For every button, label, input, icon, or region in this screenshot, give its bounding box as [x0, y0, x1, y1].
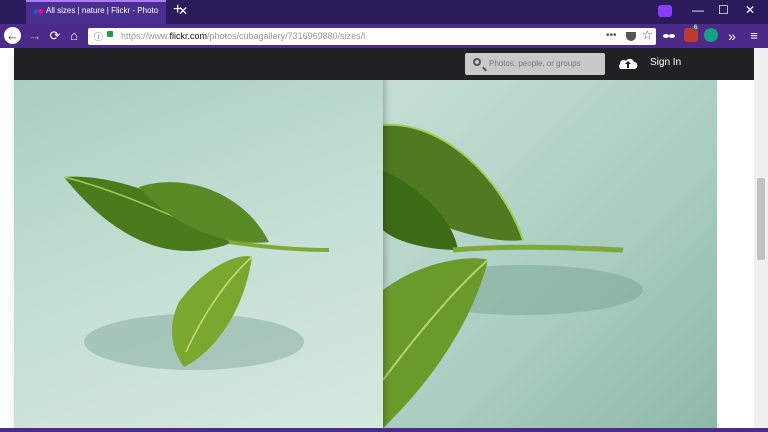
new-tab-button[interactable]: +: [173, 1, 182, 19]
eye-extension-icon[interactable]: [704, 28, 718, 42]
page-actions-icon[interactable]: •••: [606, 30, 617, 41]
url-text[interactable]: https://www.flickr.com/photos/cubagaller…: [121, 31, 365, 41]
flickr-favicon-icon: [33, 9, 43, 15]
home-button[interactable]: ⌂: [64, 26, 84, 46]
page-left-margin: [0, 48, 14, 428]
photo-large[interactable]: [383, 80, 717, 428]
extension-badge-count: 6: [692, 25, 700, 31]
photo-overlay[interactable]: [14, 52, 383, 428]
hamburger-menu-icon[interactable]: ≡: [744, 26, 764, 46]
incognito-icon[interactable]: [662, 28, 676, 42]
search-placeholder: Photos, people, or groups: [489, 59, 581, 68]
reload-button[interactable]: ⟳: [45, 26, 65, 46]
overflow-menu-icon[interactable]: »: [722, 26, 742, 46]
search-icon: [473, 58, 481, 66]
extension-badge-icon[interactable]: 6: [684, 25, 700, 42]
forward-button[interactable]: →: [25, 26, 45, 46]
info-icon[interactable]: ⓘ: [94, 30, 103, 43]
window-bottom-border: [0, 428, 768, 432]
bookmark-star-icon[interactable]: ☆: [642, 28, 653, 42]
pocket-icon[interactable]: [626, 32, 636, 41]
tab-title: All sizes | nature | Flickr - Photo: [46, 6, 159, 15]
url-bar[interactable]: ⓘ https://www.flickr.com/photos/cubagall…: [88, 28, 656, 45]
close-window-button[interactable]: ✕: [745, 3, 755, 17]
back-button[interactable]: ←: [4, 27, 21, 44]
navigation-bar: ← → ⟳ ⌂ ⓘ https://www.flickr.com/photos/…: [0, 24, 768, 48]
title-bar: All sizes | nature | Flickr - Photo ✕ + …: [0, 0, 768, 24]
minimize-button[interactable]: —: [692, 3, 704, 17]
maximize-button[interactable]: ☐: [718, 3, 729, 17]
vertical-scrollbar[interactable]: [754, 48, 768, 428]
private-mask-icon[interactable]: [658, 5, 672, 17]
page-right-margin: [717, 80, 754, 428]
lock-icon: [107, 31, 113, 37]
scrollbar-thumb[interactable]: [757, 178, 765, 260]
flickr-header: Photos, people, or groups Sign In: [14, 48, 754, 80]
upload-cloud-icon[interactable]: [618, 56, 638, 70]
sign-in-link[interactable]: Sign In: [650, 57, 681, 68]
browser-tab[interactable]: All sizes | nature | Flickr - Photo ✕: [26, 0, 188, 24]
search-field[interactable]: Photos, people, or groups: [465, 53, 605, 75]
